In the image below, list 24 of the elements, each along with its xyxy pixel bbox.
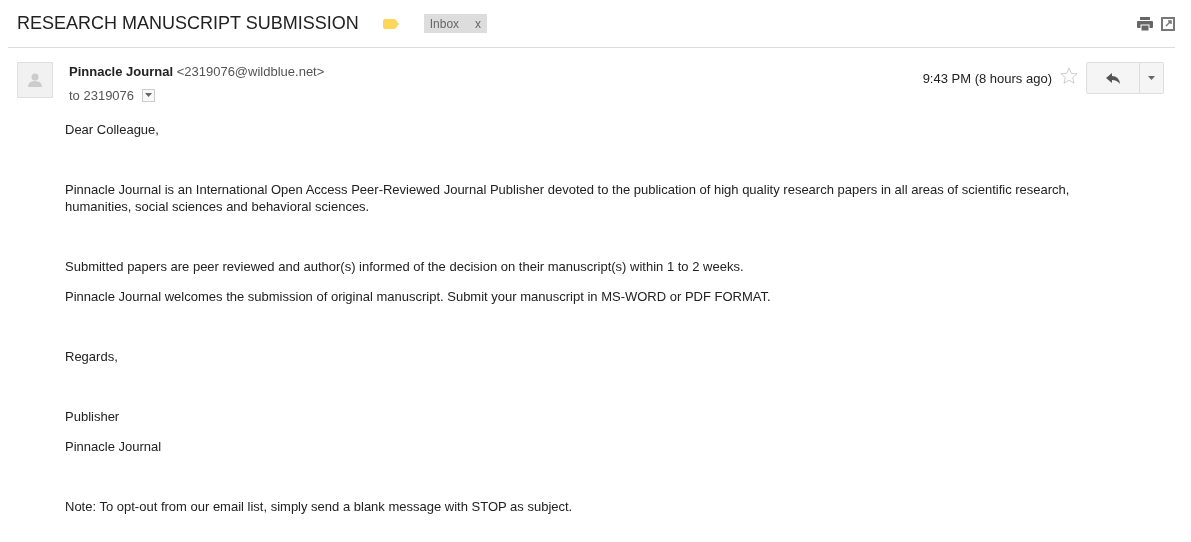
recipient: to 2319076 [69,86,135,105]
caret-icon [145,93,153,98]
new-window-icon[interactable] [1161,16,1175,31]
email-subject: RESEARCH MANUSCRIPT SUBMISSION [17,12,359,35]
avatar [17,62,53,98]
timestamp: 9:43 PM (8 hours ago) [922,70,1052,88]
sender-name: Pinnacle Journal [69,64,174,79]
sender-email: <2319076@wildblue.net> [176,64,325,79]
message-paragraph: Publisher [65,408,121,425]
reply-icon [1106,72,1120,84]
details-dropdown[interactable] [142,88,156,102]
star-icon[interactable] [1060,67,1078,84]
message-paragraph: Dear Colleague, [65,121,160,138]
caret-icon [1148,76,1155,80]
reply-button[interactable] [1086,62,1140,94]
remove-label[interactable]: x [475,14,482,33]
message-paragraph: Pinnacle Journal is an International Open Access Peer-Reviewed Journal Publisher devoted to the publication of high quality research papers in all areas of scientific research, humanities, social sciences and behavioral sciences. [65,181,1071,215]
message-paragraph: Submitted papers are peer reviewed and author(s) informed of the decision on their manuscript(s) within 1 to 2 weeks. [65,258,745,275]
message-paragraph: Note: To opt-out from our email list, simply send a blank message with STOP as subject. [65,498,574,515]
print-icon[interactable] [1137,16,1153,31]
label-text: Inbox [429,15,460,33]
message-paragraph: Pinnacle Journal welcomes the submission of original manuscript. Submit your manuscript in MS-WORD or PDF FORMAT. [65,288,772,305]
message-paragraph: Pinnacle Journal [65,438,163,455]
message-paragraph: Regards, [65,348,119,365]
